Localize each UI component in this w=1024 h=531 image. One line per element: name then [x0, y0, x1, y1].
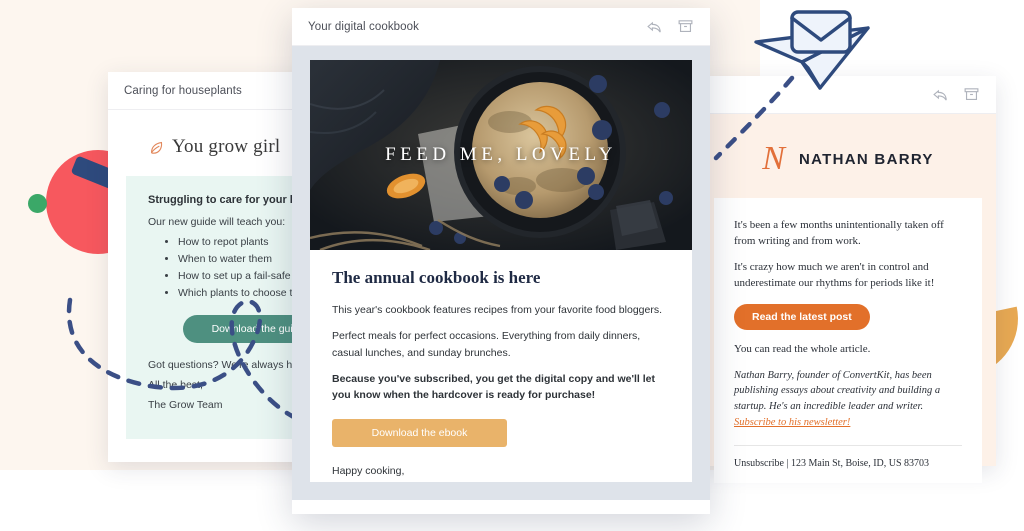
email-card-center[interactable]: Your digital cookbook FEED ME, LOVELY Th…: [292, 8, 710, 514]
right-card-header-icons: [932, 86, 996, 103]
center-bold-paragraph: Because you've subscribed, you get the d…: [332, 371, 670, 404]
right-email-body: It's been a few months unintentionally t…: [714, 198, 982, 483]
archive-box-icon[interactable]: [677, 18, 694, 35]
center-headline: The annual cookbook is here: [332, 268, 541, 287]
center-card-subject: Your digital cookbook: [308, 20, 420, 33]
reply-arrow-icon[interactable]: [646, 18, 663, 35]
right-paragraph-1: It's been a few months unintentionally t…: [734, 219, 944, 247]
hero-title: FEED ME, LOVELY: [385, 144, 617, 165]
center-card-header: Your digital cookbook: [292, 8, 710, 46]
leaf-icon: [148, 139, 165, 156]
center-email-body: FEED ME, LOVELY The annual cookbook is h…: [310, 60, 692, 482]
right-brand-name: NATHAN BARRY: [798, 150, 934, 168]
background-left-band: [0, 0, 120, 531]
download-ebook-button[interactable]: Download the ebook: [332, 419, 507, 448]
center-paragraph-2: Perfect meals for perfect occasions. Eve…: [332, 330, 641, 359]
center-sign-off: Happy cooking,: [332, 465, 405, 478]
email-card-right[interactable]: N NATHAN BARRY It's been a few months un…: [700, 76, 996, 483]
right-paragraph-2: It's crazy how much we aren't in control…: [734, 260, 935, 289]
reply-arrow-icon[interactable]: [932, 86, 949, 103]
center-email-frame: FEED ME, LOVELY The annual cookbook is h…: [292, 46, 710, 500]
center-card-header-icons: [646, 18, 710, 35]
right-brand-row: N NATHAN BARRY: [700, 114, 996, 198]
monogram-icon: N: [762, 140, 785, 177]
left-card-subject: Caring for houseplants: [124, 84, 242, 97]
right-italic-note: Nathan Barry, founder of ConvertKit, has…: [734, 368, 962, 431]
right-after-cta-text: You can read the whole article.: [734, 342, 871, 355]
center-paragraph-1: This year's cookbook features recipes fr…: [332, 304, 662, 316]
right-address: Unsubscribe | 123 Main St, Boise, ID, US…: [734, 457, 930, 469]
paper-plane-envelope-icon: [754, 10, 870, 90]
right-italic-text: Nathan Barry, founder of ConvertKit, has…: [734, 369, 941, 413]
canvas: Caring for houseplants You grow girl Str…: [0, 0, 1024, 531]
center-mail-content: The annual cookbook is here This year's …: [310, 250, 692, 482]
green-dot-decoration: [28, 194, 47, 213]
archive-box-icon[interactable]: [963, 86, 980, 103]
read-latest-post-button[interactable]: Read the latest post: [734, 303, 870, 330]
center-bold-text: Because you've subscribed, you get the d…: [332, 372, 655, 402]
hero-image: FEED ME, LOVELY: [310, 60, 692, 250]
right-newsletter-link[interactable]: Subscribe to his newsletter!: [734, 417, 850, 428]
left-brand-name: You grow girl: [172, 136, 281, 157]
